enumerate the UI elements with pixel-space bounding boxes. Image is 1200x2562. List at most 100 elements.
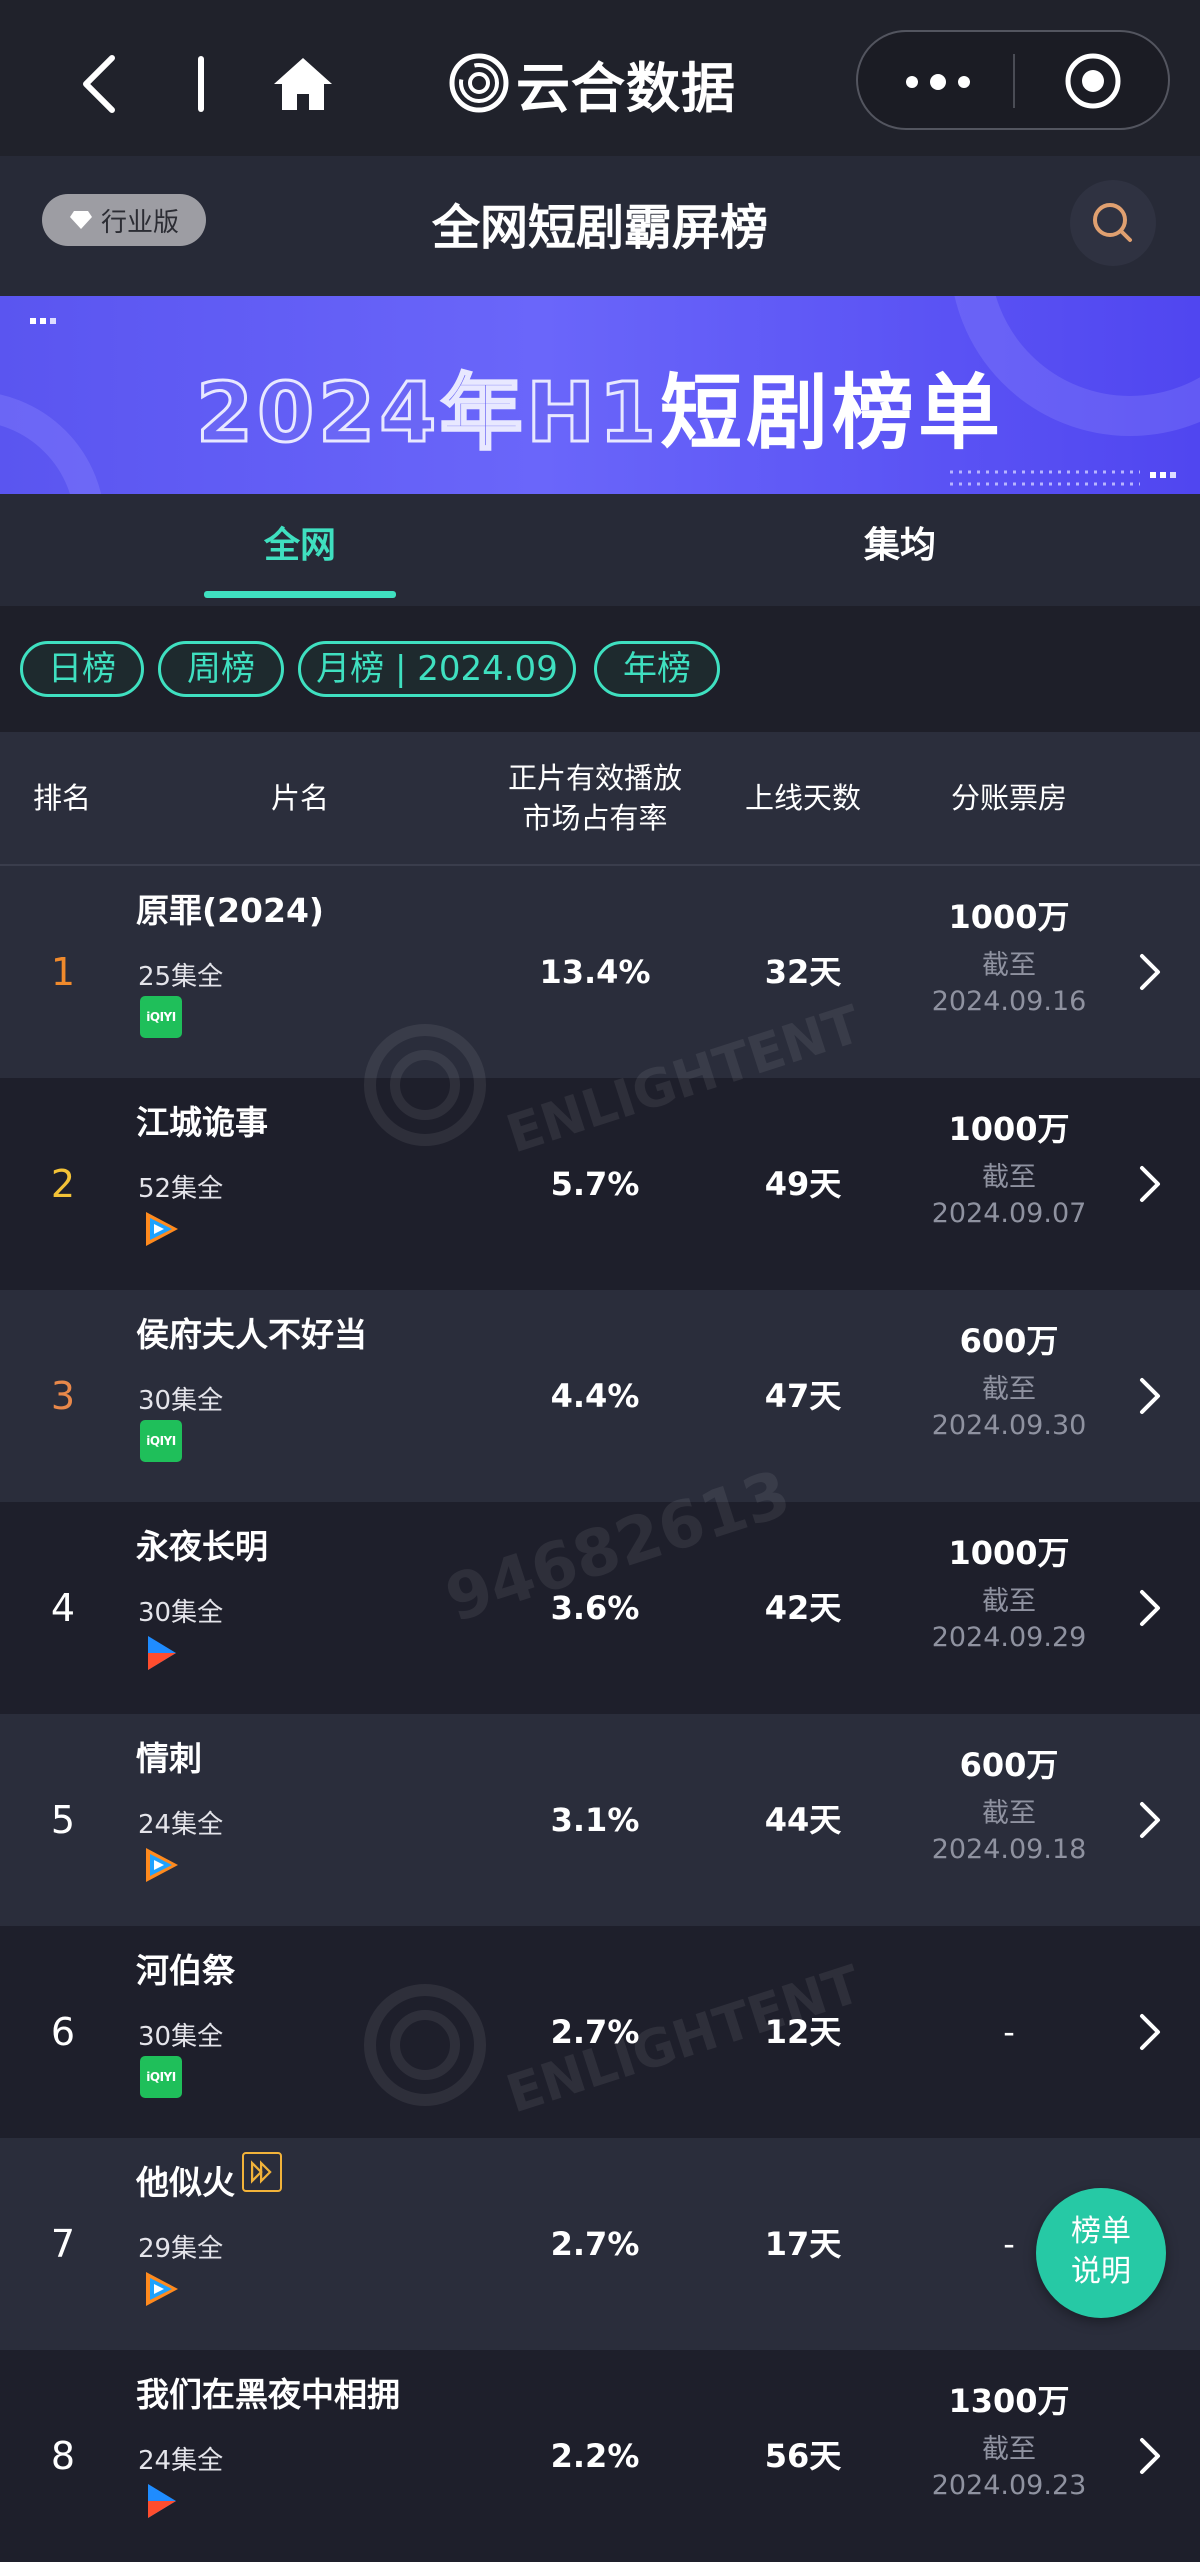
table-row[interactable]: 1 原罪(2024) 25集全 iQIYI 13.4% 32天 1000万 截至…	[0, 866, 1200, 1078]
row-box-note: 截至	[982, 950, 1036, 981]
header-days: 上线天数	[744, 781, 861, 815]
row-box-date: 2024.09.07	[931, 1198, 1087, 1229]
row-boxoffice: 1000万 截至 2024.09.16	[900, 896, 1118, 1020]
table-row[interactable]: 5 情刺 24集全 3.1% 44天 600万 截至 2024.09.18	[0, 1714, 1200, 1926]
diamond-icon	[69, 211, 92, 229]
home-icon[interactable]	[272, 54, 334, 114]
fast-forward-tag-icon	[242, 2152, 282, 2192]
row-episodes: 29集全	[138, 2234, 224, 2264]
row-share: 2.2%	[550, 2437, 640, 2475]
table-row[interactable]: 8 我们在黑夜中相拥 24集全 2.2% 56天 1300万 截至 2024.0…	[0, 2350, 1200, 2562]
row-rank: 8	[50, 2434, 76, 2478]
filter-monthly[interactable]: 月榜 | 2024.09	[298, 641, 576, 697]
brand: 云合数据	[448, 46, 736, 120]
table-row[interactable]: 7 他似火 29集全 2.7% 17天 -	[0, 2138, 1200, 2350]
table-row[interactable]: 4 永夜长明 30集全 3.6% 42天 1000万 截至 2024.09.29	[0, 1502, 1200, 1714]
row-boxoffice: 1000万 截至 2024.09.29	[900, 1532, 1118, 1656]
row-title: 侯府夫人不好当	[136, 1315, 367, 1354]
table-header: 排名 片名 正片有效播放 市场占有率 上线天数 分账票房	[0, 732, 1200, 866]
row-boxoffice: 1300万 截至 2024.09.23	[900, 2380, 1118, 2504]
row-title: 原罪(2024)	[136, 891, 325, 930]
table-row[interactable]: 6 河伯祭 30集全 iQIYI 2.7% 12天 -	[0, 1926, 1200, 2138]
row-share: 2.7%	[550, 2013, 640, 2051]
row-box-amount: 1000万	[948, 1110, 1070, 1148]
chevron-right-icon[interactable]	[1136, 950, 1164, 994]
chevron-right-icon[interactable]	[1136, 2434, 1164, 2478]
row-days: 42天	[764, 1589, 842, 1627]
row-days: 47天	[764, 1377, 842, 1415]
tab-per-episode[interactable]: 集均	[750, 494, 1050, 606]
row-days: 44天	[764, 1801, 842, 1839]
row-box-note: 截至	[982, 1374, 1036, 1405]
target-close-icon[interactable]	[1064, 52, 1122, 110]
table-row[interactable]: 2 江城诡事 52集全 5.7% 49天 1000万 截至 2024.09.07	[0, 1078, 1200, 1290]
row-box-amount: 600万	[959, 1746, 1059, 1784]
banner-title-solid: 短剧榜单	[659, 366, 1004, 461]
ranking-help-button[interactable]: 榜单 说明	[1036, 2188, 1166, 2318]
row-days: 17天	[764, 2225, 842, 2263]
row-episodes: 24集全	[138, 2446, 224, 2476]
iqiyi-icon: iQIYI	[140, 996, 182, 1038]
row-rank: 4	[50, 1586, 76, 1630]
row-days: 56天	[764, 2437, 842, 2475]
row-rank: 3	[50, 1374, 76, 1418]
row-share: 2.7%	[550, 2225, 640, 2263]
row-box-amount: 1300万	[948, 2382, 1070, 2420]
row-box-note: 截至	[982, 1586, 1036, 1617]
promo-banner[interactable]: 2024年H1短剧榜单	[0, 296, 1200, 494]
header-boxoffice: 分账票房	[950, 781, 1067, 815]
header-title: 片名	[270, 781, 329, 815]
row-box-amount: -	[1003, 2013, 1015, 2051]
search-button[interactable]	[1070, 180, 1156, 266]
row-box-date: 2024.09.16	[931, 986, 1087, 1017]
row-rank: 1	[50, 950, 76, 994]
filter-daily[interactable]: 日榜	[20, 641, 144, 697]
row-episodes: 30集全	[138, 1598, 224, 1628]
filter-yearly[interactable]: 年榜	[594, 641, 720, 697]
row-box-note: 截至	[982, 2434, 1036, 2465]
tab-all-network[interactable]: 全网	[150, 494, 450, 606]
chevron-right-icon[interactable]	[1136, 1374, 1164, 1418]
banner-title: 2024年H1短剧榜单	[0, 346, 1200, 465]
row-episodes: 52集全	[138, 1174, 224, 1204]
row-rank: 5	[50, 1798, 76, 1842]
youku-icon	[148, 2484, 176, 2518]
row-rank: 7	[50, 2222, 76, 2266]
row-share: 13.4%	[539, 953, 651, 991]
header-rank: 排名	[32, 781, 91, 815]
row-episodes: 25集全	[138, 962, 224, 992]
tencent-video-icon	[146, 2272, 178, 2306]
chevron-right-icon[interactable]	[1136, 1586, 1164, 1630]
iqiyi-icon: iQIYI	[140, 1420, 182, 1462]
row-box-note: 截至	[982, 1162, 1036, 1193]
row-boxoffice: 1000万 截至 2024.09.07	[900, 1108, 1118, 1232]
help-button-line1: 榜单	[1071, 2214, 1131, 2249]
banner-title-outline: 2024年H1	[195, 365, 660, 463]
more-dots-icon[interactable]	[900, 62, 980, 102]
period-filters: 日榜 周榜 月榜 | 2024.09 年榜	[0, 606, 1200, 732]
help-button-line2: 说明	[1071, 2254, 1131, 2289]
header-share: 正片有效播放 市场占有率	[480, 732, 710, 864]
row-title: 我们在黑夜中相拥	[136, 2375, 400, 2414]
chevron-right-icon[interactable]	[1136, 2010, 1164, 2054]
page-header: 行业版 全网短剧霸屏榜	[0, 156, 1200, 296]
row-title: 他似火	[136, 2163, 235, 2202]
row-days: 32天	[764, 953, 842, 991]
row-episodes: 24集全	[138, 1810, 224, 1840]
row-box-date: 2024.09.18	[931, 1834, 1087, 1865]
chevron-right-icon[interactable]	[1136, 1798, 1164, 1842]
filter-weekly[interactable]: 周榜	[158, 641, 284, 697]
tencent-video-icon	[146, 1848, 178, 1882]
search-icon	[1093, 203, 1132, 242]
tencent-video-icon	[146, 1212, 178, 1246]
chevron-left-icon[interactable]	[78, 52, 122, 116]
row-box-amount: 600万	[959, 1322, 1059, 1360]
table-row[interactable]: 3 侯府夫人不好当 30集全 iQIYI 4.4% 47天 600万 截至 20…	[0, 1290, 1200, 1502]
row-title: 永夜长明	[136, 1527, 268, 1566]
chevron-right-icon[interactable]	[1136, 1162, 1164, 1206]
row-boxoffice: 600万 截至 2024.09.30	[900, 1320, 1118, 1444]
edition-badge[interactable]: 行业版	[42, 194, 206, 246]
brand-name: 云合数据	[516, 56, 736, 120]
row-boxoffice: 600万 截至 2024.09.18	[900, 1744, 1118, 1868]
scope-tabs: 全网 集均	[0, 494, 1200, 606]
